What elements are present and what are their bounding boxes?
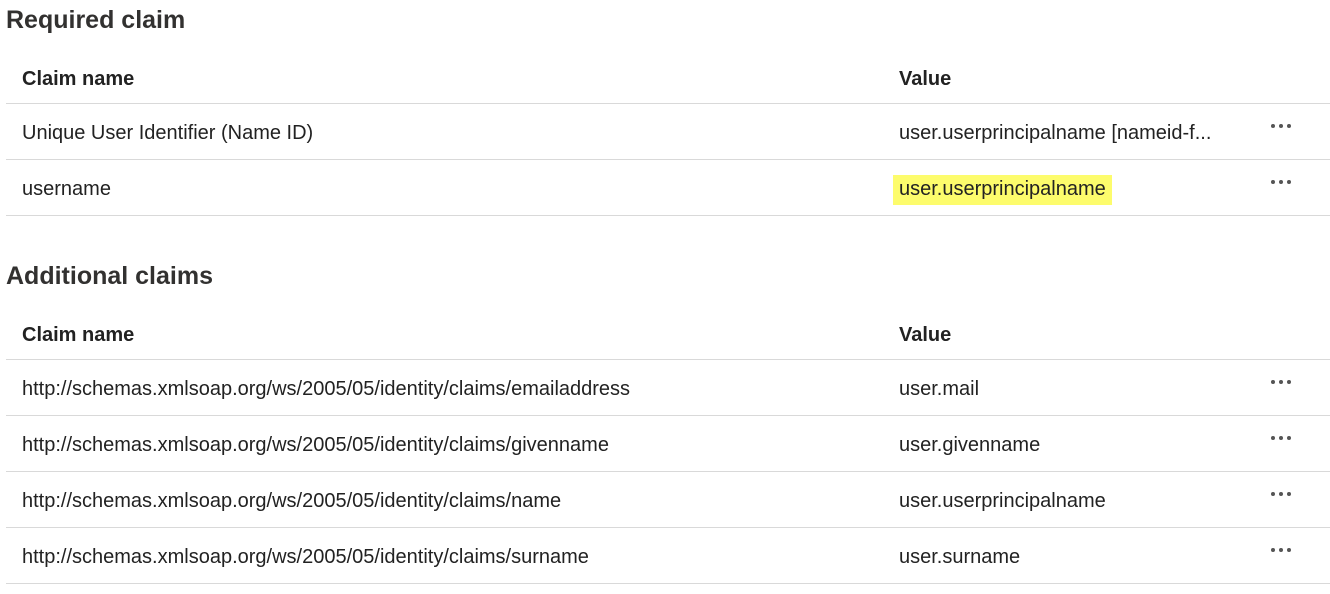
table-row[interactable]: http://schemas.xmlsoap.org/ws/2005/05/id… bbox=[6, 360, 1330, 416]
claim-value: user.givenname bbox=[899, 434, 1041, 456]
claim-value: user.userprincipalname bbox=[899, 490, 1106, 512]
value-header: Value bbox=[899, 324, 952, 346]
more-horizontal-icon[interactable] bbox=[1266, 370, 1296, 394]
more-horizontal-icon[interactable] bbox=[1266, 170, 1296, 194]
required-claim-title: Required claim bbox=[6, 6, 186, 34]
table-row[interactable]: username user.userprincipalname bbox=[6, 160, 1330, 216]
table-row[interactable]: http://schemas.xmlsoap.org/ws/2005/05/id… bbox=[6, 528, 1330, 584]
more-horizontal-icon[interactable] bbox=[1266, 114, 1296, 138]
table-row[interactable]: Unique User Identifier (Name ID) user.us… bbox=[6, 104, 1330, 160]
table-row[interactable]: http://schemas.xmlsoap.org/ws/2005/05/id… bbox=[6, 416, 1330, 472]
claim-name: http://schemas.xmlsoap.org/ws/2005/05/id… bbox=[22, 546, 589, 568]
claim-name-header: Claim name bbox=[22, 324, 135, 346]
claim-value: user.surname bbox=[899, 546, 1021, 568]
claim-name: http://schemas.xmlsoap.org/ws/2005/05/id… bbox=[22, 434, 609, 456]
required-claims-table: Claim name Value Unique User Identifier … bbox=[6, 46, 1330, 216]
claim-name: Unique User Identifier (Name ID) bbox=[22, 122, 314, 144]
more-horizontal-icon[interactable] bbox=[1266, 538, 1296, 562]
claim-name: username bbox=[22, 178, 111, 200]
claim-name-header: Claim name bbox=[22, 68, 135, 90]
additional-claims-table: Claim name Value http://schemas.xmlsoap.… bbox=[6, 302, 1330, 584]
table-header-row: Claim name Value bbox=[6, 302, 1330, 360]
claim-value: user.userprincipalname [nameid-f... bbox=[899, 122, 1212, 144]
table-row[interactable]: http://schemas.xmlsoap.org/ws/2005/05/id… bbox=[6, 472, 1330, 528]
value-header: Value bbox=[899, 68, 952, 90]
claim-value-highlighted: user.userprincipalname bbox=[893, 175, 1112, 205]
claim-name: http://schemas.xmlsoap.org/ws/2005/05/id… bbox=[22, 490, 562, 512]
more-horizontal-icon[interactable] bbox=[1266, 482, 1296, 506]
claim-name: http://schemas.xmlsoap.org/ws/2005/05/id… bbox=[22, 378, 631, 400]
additional-claims-title: Additional claims bbox=[6, 262, 213, 290]
more-horizontal-icon[interactable] bbox=[1266, 426, 1296, 450]
claim-value: user.mail bbox=[899, 378, 980, 400]
table-header-row: Claim name Value bbox=[6, 46, 1330, 104]
